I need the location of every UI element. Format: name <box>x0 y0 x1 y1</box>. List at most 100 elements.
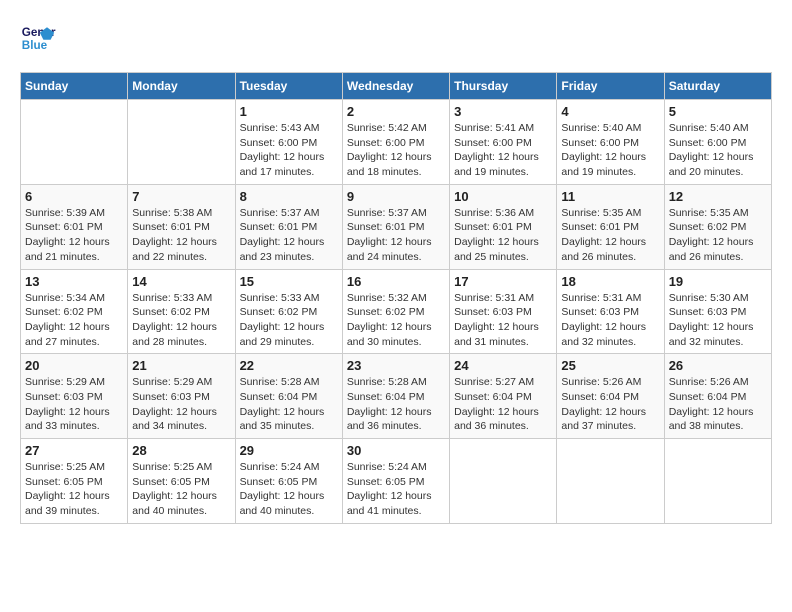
day-info: Sunrise: 5:36 AMSunset: 6:01 PMDaylight:… <box>454 206 552 265</box>
day-number: 20 <box>25 358 123 373</box>
calendar-day-cell: 25Sunrise: 5:26 AMSunset: 6:04 PMDayligh… <box>557 354 664 439</box>
day-info: Sunrise: 5:30 AMSunset: 6:03 PMDaylight:… <box>669 291 767 350</box>
day-info: Sunrise: 5:26 AMSunset: 6:04 PMDaylight:… <box>669 375 767 434</box>
calendar-day-cell: 14 Sunrise: 5:33 AMSunset: 6:02 PMDayligh… <box>128 269 235 354</box>
calendar-week-row: 6 Sunrise: 5:39 AMSunset: 6:01 PMDaylight… <box>21 184 772 269</box>
calendar-day-cell: 29 Sunrise: 5:24 AMSunset: 6:05 PMDayligh… <box>235 439 342 524</box>
logo: General Blue <box>20 20 56 56</box>
calendar-day-cell: 23Sunrise: 5:28 AMSunset: 6:04 PMDayligh… <box>342 354 449 439</box>
day-number: 16 <box>347 274 445 289</box>
day-info: Sunrise: 5:41 AMSunset: 6:00 PMDaylight:… <box>454 121 552 180</box>
day-number: 24 <box>454 358 552 373</box>
day-number: 11 <box>561 189 659 204</box>
day-number: 14 <box>132 274 230 289</box>
day-number: 10 <box>454 189 552 204</box>
day-info: Sunrise: 5:43 AMSunset: 6:00 PMDaylight:… <box>240 121 338 180</box>
day-number: 19 <box>669 274 767 289</box>
day-number: 13 <box>25 274 123 289</box>
day-of-week-header: Thursday <box>450 73 557 100</box>
calendar-day-cell: 22 Sunrise: 5:28 AMSunset: 6:04 PMDayligh… <box>235 354 342 439</box>
calendar-day-cell: 6 Sunrise: 5:39 AMSunset: 6:01 PMDaylight… <box>21 184 128 269</box>
calendar-day-cell: 2 Sunrise: 5:42 AMSunset: 6:00 PMDaylight… <box>342 100 449 185</box>
calendar-day-cell: 15 Sunrise: 5:33 AMSunset: 6:02 PMDayligh… <box>235 269 342 354</box>
day-of-week-header: Tuesday <box>235 73 342 100</box>
day-number: 6 <box>25 189 123 204</box>
day-number: 23 <box>347 358 445 373</box>
day-number: 4 <box>561 104 659 119</box>
day-number: 1 <box>240 104 338 119</box>
calendar-day-cell: 26 Sunrise: 5:26 AMSunset: 6:04 PMDayligh… <box>664 354 771 439</box>
calendar-day-cell: 1 Sunrise: 5:43 AMSunset: 6:00 PMDaylight… <box>235 100 342 185</box>
day-of-week-header: Wednesday <box>342 73 449 100</box>
day-number: 12 <box>669 189 767 204</box>
day-info: Sunrise: 5:37 AMSunset: 6:01 PMDaylight:… <box>347 206 445 265</box>
day-number: 22 <box>240 358 338 373</box>
calendar-day-cell <box>557 439 664 524</box>
calendar-day-cell <box>450 439 557 524</box>
day-info: Sunrise: 5:31 AMSunset: 6:03 PMDaylight:… <box>561 291 659 350</box>
day-number: 2 <box>347 104 445 119</box>
day-number: 9 <box>347 189 445 204</box>
day-number: 30 <box>347 443 445 458</box>
day-info: Sunrise: 5:34 AMSunset: 6:02 PMDaylight:… <box>25 291 123 350</box>
day-info: Sunrise: 5:25 AMSunset: 6:05 PMDaylight:… <box>132 460 230 519</box>
day-info: Sunrise: 5:28 AMSunset: 6:04 PMDaylight:… <box>240 375 338 434</box>
calendar-day-cell: 8 Sunrise: 5:37 AMSunset: 6:01 PMDaylight… <box>235 184 342 269</box>
day-info: Sunrise: 5:33 AMSunset: 6:02 PMDaylight:… <box>240 291 338 350</box>
day-info: Sunrise: 5:24 AMSunset: 6:05 PMDaylight:… <box>240 460 338 519</box>
calendar-week-row: 20 Sunrise: 5:29 AMSunset: 6:03 PMDayligh… <box>21 354 772 439</box>
calendar-day-cell: 9 Sunrise: 5:37 AMSunset: 6:01 PMDaylight… <box>342 184 449 269</box>
day-info: Sunrise: 5:40 AMSunset: 6:00 PMDaylight:… <box>669 121 767 180</box>
calendar-day-cell: 5 Sunrise: 5:40 AMSunset: 6:00 PMDaylight… <box>664 100 771 185</box>
day-info: Sunrise: 5:37 AMSunset: 6:01 PMDaylight:… <box>240 206 338 265</box>
day-info: Sunrise: 5:29 AMSunset: 6:03 PMDaylight:… <box>25 375 123 434</box>
calendar-day-cell: 3 Sunrise: 5:41 AMSunset: 6:00 PMDaylight… <box>450 100 557 185</box>
calendar-day-cell: 24 Sunrise: 5:27 AMSunset: 6:04 PMDayligh… <box>450 354 557 439</box>
day-info: Sunrise: 5:38 AMSunset: 6:01 PMDaylight:… <box>132 206 230 265</box>
day-info: Sunrise: 5:31 AMSunset: 6:03 PMDaylight:… <box>454 291 552 350</box>
calendar-day-cell <box>128 100 235 185</box>
day-info: Sunrise: 5:35 AMSunset: 6:01 PMDaylight:… <box>561 206 659 265</box>
day-number: 7 <box>132 189 230 204</box>
calendar-day-cell: 19 Sunrise: 5:30 AMSunset: 6:03 PMDayligh… <box>664 269 771 354</box>
day-number: 15 <box>240 274 338 289</box>
day-number: 26 <box>669 358 767 373</box>
day-number: 18 <box>561 274 659 289</box>
calendar-day-cell: 10 Sunrise: 5:36 AMSunset: 6:01 PMDayligh… <box>450 184 557 269</box>
calendar-day-cell: 4Sunrise: 5:40 AMSunset: 6:00 PMDaylight… <box>557 100 664 185</box>
calendar-day-cell: 16Sunrise: 5:32 AMSunset: 6:02 PMDayligh… <box>342 269 449 354</box>
svg-text:Blue: Blue <box>22 39 48 52</box>
day-number: 27 <box>25 443 123 458</box>
calendar-week-row: 13 Sunrise: 5:34 AMSunset: 6:02 PMDayligh… <box>21 269 772 354</box>
day-number: 28 <box>132 443 230 458</box>
day-number: 25 <box>561 358 659 373</box>
calendar-day-cell: 13 Sunrise: 5:34 AMSunset: 6:02 PMDayligh… <box>21 269 128 354</box>
day-number: 21 <box>132 358 230 373</box>
day-info: Sunrise: 5:25 AMSunset: 6:05 PMDaylight:… <box>25 460 123 519</box>
calendar-day-cell: 18 Sunrise: 5:31 AMSunset: 6:03 PMDayligh… <box>557 269 664 354</box>
day-info: Sunrise: 5:33 AMSunset: 6:02 PMDaylight:… <box>132 291 230 350</box>
calendar-day-cell: 11 Sunrise: 5:35 AMSunset: 6:01 PMDayligh… <box>557 184 664 269</box>
day-of-week-header: Friday <box>557 73 664 100</box>
day-of-week-header: Sunday <box>21 73 128 100</box>
day-info: Sunrise: 5:42 AMSunset: 6:00 PMDaylight:… <box>347 121 445 180</box>
day-number: 3 <box>454 104 552 119</box>
calendar-table: SundayMondayTuesdayWednesdayThursdayFrid… <box>20 72 772 524</box>
day-number: 8 <box>240 189 338 204</box>
calendar-day-cell: 7 Sunrise: 5:38 AMSunset: 6:01 PMDaylight… <box>128 184 235 269</box>
calendar-day-cell: 20 Sunrise: 5:29 AMSunset: 6:03 PMDayligh… <box>21 354 128 439</box>
day-info: Sunrise: 5:39 AMSunset: 6:01 PMDaylight:… <box>25 206 123 265</box>
day-info: Sunrise: 5:29 AMSunset: 6:03 PMDaylight:… <box>132 375 230 434</box>
day-of-week-header: Monday <box>128 73 235 100</box>
day-info: Sunrise: 5:24 AMSunset: 6:05 PMDaylight:… <box>347 460 445 519</box>
calendar-day-cell: 21 Sunrise: 5:29 AMSunset: 6:03 PMDayligh… <box>128 354 235 439</box>
day-info: Sunrise: 5:27 AMSunset: 6:04 PMDaylight:… <box>454 375 552 434</box>
calendar-week-row: 27 Sunrise: 5:25 AMSunset: 6:05 PMDayligh… <box>21 439 772 524</box>
calendar-week-row: 1 Sunrise: 5:43 AMSunset: 6:00 PMDaylight… <box>21 100 772 185</box>
calendar-header-row: SundayMondayTuesdayWednesdayThursdayFrid… <box>21 73 772 100</box>
logo-icon: General Blue <box>20 20 56 56</box>
calendar-day-cell: 30 Sunrise: 5:24 AMSunset: 6:05 PMDayligh… <box>342 439 449 524</box>
calendar-day-cell <box>21 100 128 185</box>
day-number: 5 <box>669 104 767 119</box>
day-number: 29 <box>240 443 338 458</box>
